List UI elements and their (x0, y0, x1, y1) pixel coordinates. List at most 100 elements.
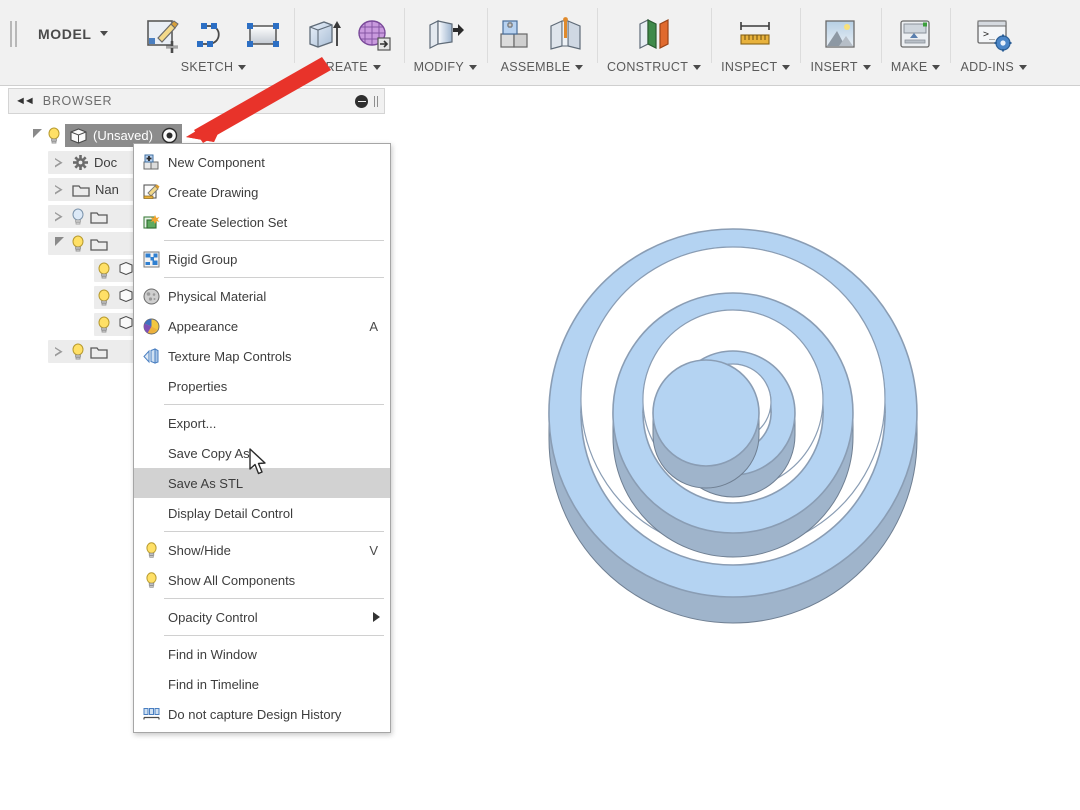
no-icon (140, 503, 162, 523)
menu-item-label: Find in Timeline (168, 676, 260, 692)
lightbulb-icon[interactable] (70, 235, 86, 253)
lightbulb-icon[interactable] (96, 289, 112, 307)
model-canvas[interactable] (386, 88, 1080, 810)
menu-item-create-drawing[interactable]: Create Drawing (134, 177, 390, 207)
chevron-down-icon (1018, 64, 1027, 70)
fusion360-window: MODEL SKETCH CREATE MODIFY ASSEMBLE CONS… (0, 0, 1080, 810)
menu-item-physical-material[interactable]: Physical Material (134, 281, 390, 311)
menu-item-label: Export... (168, 415, 217, 431)
toolbar-group-inspect: INSPECT (711, 0, 800, 85)
physical-material-icon (140, 286, 162, 306)
menu-item-label: Save Copy As (168, 445, 250, 461)
menu-item-opacity-control[interactable]: Opacity Control (134, 602, 390, 632)
center-disc (652, 359, 760, 489)
menu-separator (164, 635, 384, 636)
no-icon (140, 644, 162, 664)
menu-item-appearance[interactable]: Appearance A (134, 311, 390, 341)
folder-icon (90, 209, 108, 225)
submenu-arrow-icon (373, 612, 380, 622)
toolbar-label-text: SKETCH (180, 60, 234, 74)
measure-icon[interactable] (736, 16, 776, 56)
menu-item-do-not-capture-design-history[interactable]: Do not capture Design History (134, 699, 390, 729)
cube-icon (69, 127, 88, 145)
menu-item-label: Display Detail Control (168, 505, 293, 521)
rectangle-icon[interactable] (244, 16, 284, 56)
menu-item-create-selection-set[interactable]: Create Selection Set (134, 207, 390, 237)
lightbulb-icon[interactable] (96, 316, 112, 334)
toolbar-label-make[interactable]: MAKE (891, 60, 941, 74)
offset-plane-icon[interactable] (634, 16, 674, 56)
create-sketch-icon[interactable] (144, 16, 184, 56)
collapse-panel-icon[interactable]: ◄◄ (15, 95, 35, 107)
toolbar-label-insert[interactable]: INSERT (810, 60, 871, 74)
spline-icon[interactable] (194, 16, 234, 56)
toolbar-drag-grip[interactable] (0, 0, 26, 85)
chevron-down-icon (468, 64, 477, 70)
menu-item-show-hide[interactable]: Show/Hide V (134, 535, 390, 565)
workspace-switcher[interactable]: MODEL (26, 0, 134, 85)
extrude-icon[interactable] (304, 16, 344, 56)
toolbar-group-assemble: ASSEMBLE (486, 0, 597, 85)
texture-map-icon (140, 346, 162, 366)
menu-item-rigid-group[interactable]: Rigid Group (134, 244, 390, 274)
toolbar-label-text: MODIFY (413, 60, 464, 74)
menu-item-show-all-components[interactable]: Show All Components (134, 565, 390, 595)
menu-item-find-in-timeline[interactable]: Find in Timeline (134, 669, 390, 699)
tree-item-label: Doc (94, 155, 118, 170)
eye-icon[interactable] (161, 127, 178, 144)
toolbar-label-text: CONSTRUCT (606, 60, 689, 74)
menu-item-display-detail-control[interactable]: Display Detail Control (134, 498, 390, 528)
menu-item-export[interactable]: Export... (134, 408, 390, 438)
toolbar-label-addins[interactable]: ADD-INS (960, 60, 1027, 74)
body-icon (118, 315, 134, 334)
chevron-down-icon (372, 64, 381, 70)
menu-item-find-in-window[interactable]: Find in Window (134, 639, 390, 669)
menu-separator (164, 404, 384, 405)
toolbar-label-text: MAKE (890, 60, 928, 74)
expand-collapse-icon[interactable] (50, 347, 68, 357)
minimize-icon[interactable] (355, 94, 368, 108)
chevron-down-icon (575, 64, 584, 70)
menu-item-properties[interactable]: Properties (134, 371, 390, 401)
new-component-icon (140, 152, 162, 172)
folder-icon (90, 236, 108, 252)
toolbar-group-insert: INSERT (800, 0, 880, 85)
toolbar-label-inspect[interactable]: INSPECT (721, 60, 791, 74)
new-component-icon[interactable] (497, 16, 537, 56)
chevron-down-icon (782, 64, 791, 70)
tree-item-label: Nan (95, 182, 119, 197)
joint-icon[interactable] (547, 16, 587, 56)
3d-print-icon[interactable] (896, 16, 936, 56)
menu-item-texture-map-controls[interactable]: Texture Map Controls (134, 341, 390, 371)
menu-item-label: Create Selection Set (168, 214, 288, 230)
expand-collapse-icon[interactable] (28, 129, 46, 140)
toolbar-label-modify[interactable]: MODIFY (414, 60, 477, 74)
expand-collapse-icon[interactable] (50, 185, 68, 195)
menu-separator (164, 240, 384, 241)
browser-context-menu[interactable]: New Component Create Drawing Create Sele… (133, 143, 391, 733)
panel-resize-grip[interactable] (374, 95, 378, 107)
expand-collapse-icon[interactable] (50, 158, 68, 168)
lightbulb-off-icon[interactable] (70, 208, 86, 226)
menu-item-label: Save As STL (168, 475, 244, 491)
toolbar-label-sketch[interactable]: SKETCH (181, 60, 247, 74)
body-icon (118, 288, 134, 307)
toolbar-label-assemble[interactable]: ASSEMBLE (501, 60, 584, 74)
folder-icon (90, 344, 108, 360)
toolbar-label-create[interactable]: CREATE (316, 60, 381, 74)
toolbar-label-construct[interactable]: CONSTRUCT (606, 60, 702, 74)
press-pull-icon[interactable] (425, 16, 465, 56)
lightbulb-icon[interactable] (46, 127, 62, 145)
menu-item-label: Texture Map Controls (168, 348, 292, 364)
lightbulb-icon[interactable] (96, 262, 112, 280)
lightbulb-icon[interactable] (70, 343, 86, 361)
create-form-icon[interactable] (354, 16, 394, 56)
expand-collapse-icon[interactable] (50, 237, 68, 248)
toolbar-group-modify: MODIFY (403, 0, 487, 85)
menu-item-label: Create Drawing (168, 184, 259, 200)
scripts-addins-icon[interactable]: >_ (974, 16, 1014, 56)
insert-image-icon[interactable] (821, 16, 861, 56)
menu-item-new-component[interactable]: New Component (134, 147, 390, 177)
expand-collapse-icon[interactable] (50, 212, 68, 222)
chevron-down-icon (932, 64, 941, 70)
